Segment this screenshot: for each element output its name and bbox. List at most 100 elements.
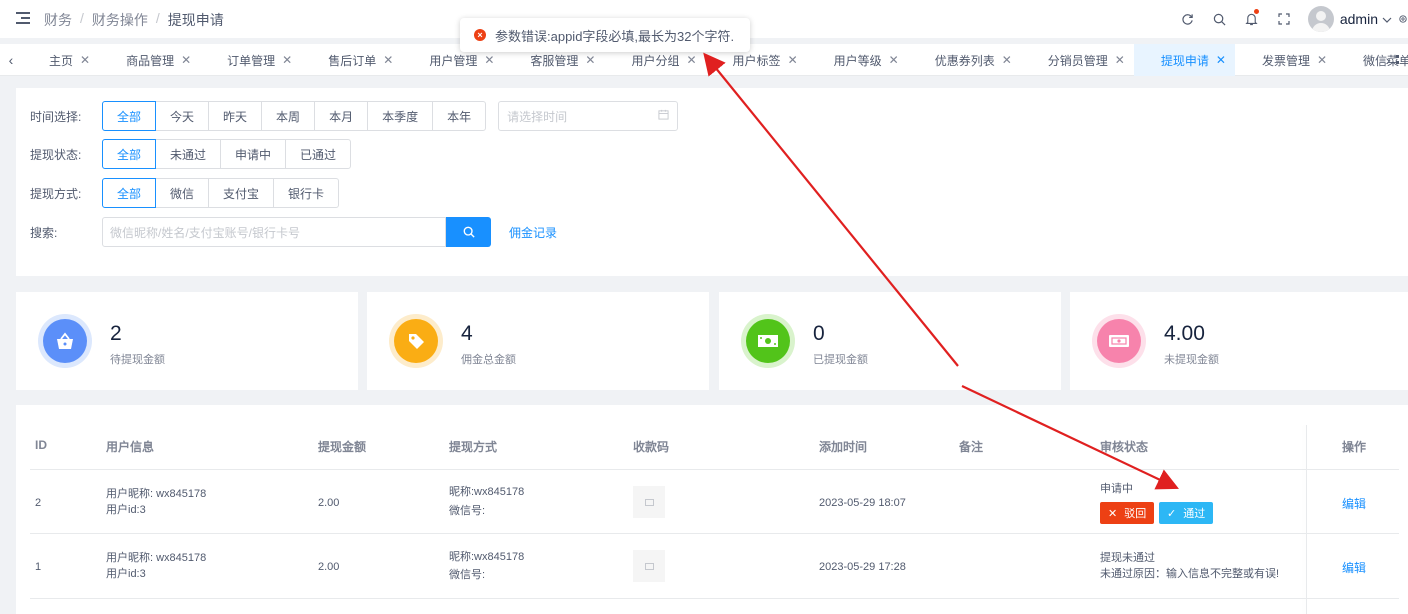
avatar[interactable] bbox=[1307, 6, 1334, 32]
status-option-button[interactable]: 全部 bbox=[102, 139, 157, 169]
username[interactable]: admin bbox=[1340, 11, 1378, 27]
stat-label: 待提现金额 bbox=[110, 354, 165, 366]
tab-item[interactable]: 售后订单 ✕ bbox=[301, 44, 402, 76]
breadcrumb-separator: / bbox=[155, 10, 160, 26]
method-option-button[interactable]: 微信 bbox=[155, 178, 210, 208]
time-option-button[interactable]: 全部 bbox=[102, 101, 157, 131]
cell-id: 2 bbox=[35, 497, 42, 509]
tab-item[interactable]: 用户等级 ✕ bbox=[807, 44, 908, 76]
qrcode-image[interactable] bbox=[633, 550, 665, 582]
toast-message: 参数错误:appid字段必填,最长为32个字符. bbox=[495, 28, 735, 44]
bell-icon[interactable] bbox=[1236, 0, 1268, 38]
tab-menu-icon[interactable] bbox=[1396, 44, 1408, 76]
method-option-button[interactable]: 支付宝 bbox=[208, 178, 275, 208]
close-icon[interactable]: ✕ bbox=[80, 53, 90, 67]
close-icon[interactable]: ✕ bbox=[484, 53, 494, 67]
breadcrumb-item-current: 提现申请 bbox=[167, 12, 224, 28]
fullscreen-icon[interactable] bbox=[1268, 0, 1300, 38]
chevron-right-icon[interactable]: › bbox=[1380, 44, 1396, 76]
close-icon[interactable]: ✕ bbox=[686, 53, 696, 67]
time-option-button[interactable]: 本月 bbox=[314, 101, 369, 131]
cell-amount: 2.00 bbox=[318, 497, 340, 509]
stat-value: 4.00 bbox=[1164, 322, 1205, 345]
tab-label: 售后订单 bbox=[328, 53, 377, 68]
cell-status: 提现未通过 bbox=[1100, 552, 1155, 564]
time-option-button[interactable]: 本周 bbox=[261, 101, 316, 131]
close-icon[interactable]: ✕ bbox=[1002, 53, 1012, 67]
chevron-down-icon[interactable] bbox=[1382, 12, 1392, 26]
stat-label: 未提现金额 bbox=[1164, 354, 1219, 366]
tab-item[interactable]: 订单管理 ✕ bbox=[200, 44, 301, 76]
column-header-method: 提现方式 bbox=[449, 440, 498, 454]
tab-label: 用户管理 bbox=[429, 53, 478, 68]
approve-button[interactable]: ✓ 通过 bbox=[1159, 502, 1214, 524]
chevron-left-icon[interactable]: ‹ bbox=[0, 44, 22, 76]
time-option-button[interactable]: 本年 bbox=[432, 101, 487, 131]
divider bbox=[30, 598, 1399, 599]
column-header-id: ID bbox=[35, 438, 47, 452]
breadcrumb-item[interactable]: 财务 bbox=[44, 10, 72, 30]
close-icon[interactable]: ✕ bbox=[585, 53, 595, 67]
edit-link[interactable]: 编辑 bbox=[1342, 559, 1366, 576]
tab-label: 订单管理 bbox=[227, 53, 276, 68]
edit-link[interactable]: 编辑 bbox=[1342, 495, 1366, 512]
error-icon: × bbox=[474, 29, 486, 41]
divider bbox=[30, 469, 1399, 470]
column-header-amount: 提现金额 bbox=[318, 440, 367, 454]
withdraw-table: ID 用户信息 提现金额 提现方式 收款码 添加时间 备注 审核状态 操作 2 … bbox=[16, 405, 1408, 614]
breadcrumb-item[interactable]: 财务操作 bbox=[92, 10, 148, 30]
commission-record-link[interactable]: 佣金记录 bbox=[509, 224, 557, 241]
search-icon bbox=[463, 226, 475, 238]
menu-toggle-icon[interactable] bbox=[16, 12, 30, 24]
stat-card: 4 佣金总金额 bbox=[367, 292, 709, 390]
method-option-button[interactable]: 银行卡 bbox=[273, 178, 340, 208]
basket-icon bbox=[38, 314, 92, 368]
close-icon[interactable]: ✕ bbox=[1317, 53, 1327, 67]
stat-card: 4.00 未提现金额 bbox=[1070, 292, 1408, 390]
stat-value: 0 bbox=[813, 322, 825, 345]
time-filter-row: 时间选择: 全部 今天 昨天 本周 本月 本季度 本年 请选择时间 bbox=[30, 101, 679, 131]
close-icon[interactable]: ✕ bbox=[1216, 53, 1226, 67]
search-label: 搜索: bbox=[30, 225, 58, 240]
gear-icon[interactable] bbox=[1398, 0, 1408, 38]
search-placeholder: 微信昵称/姓名/支付宝账号/银行卡号 bbox=[110, 225, 301, 240]
search-icon[interactable] bbox=[1204, 0, 1236, 38]
reject-button[interactable]: ✕ 驳回 bbox=[1100, 502, 1155, 524]
method-option-button[interactable]: 全部 bbox=[102, 178, 157, 208]
stat-value: 2 bbox=[110, 322, 122, 345]
tab-label: 客服管理 bbox=[530, 53, 579, 68]
tab-item[interactable]: 发票管理 ✕ bbox=[1235, 44, 1336, 76]
date-range-picker[interactable]: 请选择时间 bbox=[498, 101, 679, 131]
search-input[interactable]: 微信昵称/姓名/支付宝账号/银行卡号 bbox=[102, 217, 446, 247]
time-option-button[interactable]: 今天 bbox=[155, 101, 210, 131]
wallet-icon bbox=[1092, 314, 1146, 368]
close-icon[interactable]: ✕ bbox=[788, 53, 798, 67]
close-icon[interactable]: ✕ bbox=[181, 53, 191, 67]
tab-item[interactable]: 主页 ✕ bbox=[22, 44, 99, 76]
tab-label: 用户分组 bbox=[631, 53, 680, 68]
qrcode-image[interactable] bbox=[633, 486, 665, 518]
cell-reject-reason: 未通过原因：输入信息不完整或有误! bbox=[1100, 568, 1280, 580]
refresh-icon[interactable] bbox=[1172, 0, 1204, 38]
status-option-button[interactable]: 未通过 bbox=[155, 139, 222, 169]
status-option-button[interactable]: 已通过 bbox=[285, 139, 352, 169]
close-icon[interactable]: ✕ bbox=[282, 53, 292, 67]
close-icon[interactable]: ✕ bbox=[383, 53, 393, 67]
tab-label: 发票管理 bbox=[1261, 53, 1310, 68]
stat-card: 0 已提现金额 bbox=[719, 292, 1061, 390]
tab-item[interactable]: 分销员管理 ✕ bbox=[1021, 44, 1134, 76]
status-option-button[interactable]: 申请中 bbox=[220, 139, 287, 169]
close-icon[interactable]: ✕ bbox=[889, 53, 899, 67]
tab-item[interactable]: 商品管理 ✕ bbox=[99, 44, 200, 76]
tab-item[interactable]: 提现申请 ✕ bbox=[1133, 44, 1235, 76]
tab-label: 优惠券列表 bbox=[934, 53, 995, 68]
search-button[interactable] bbox=[446, 217, 491, 247]
cell-time: 2023-05-29 17:28 bbox=[819, 561, 906, 573]
time-option-button[interactable]: 本季度 bbox=[367, 101, 434, 131]
time-option-button[interactable]: 昨天 bbox=[208, 101, 263, 131]
money-icon bbox=[741, 314, 795, 368]
close-icon[interactable]: ✕ bbox=[1115, 53, 1125, 67]
notification-dot bbox=[1253, 9, 1259, 14]
tab-item[interactable]: 优惠券列表 ✕ bbox=[908, 44, 1021, 76]
cell-id: 1 bbox=[35, 561, 42, 573]
